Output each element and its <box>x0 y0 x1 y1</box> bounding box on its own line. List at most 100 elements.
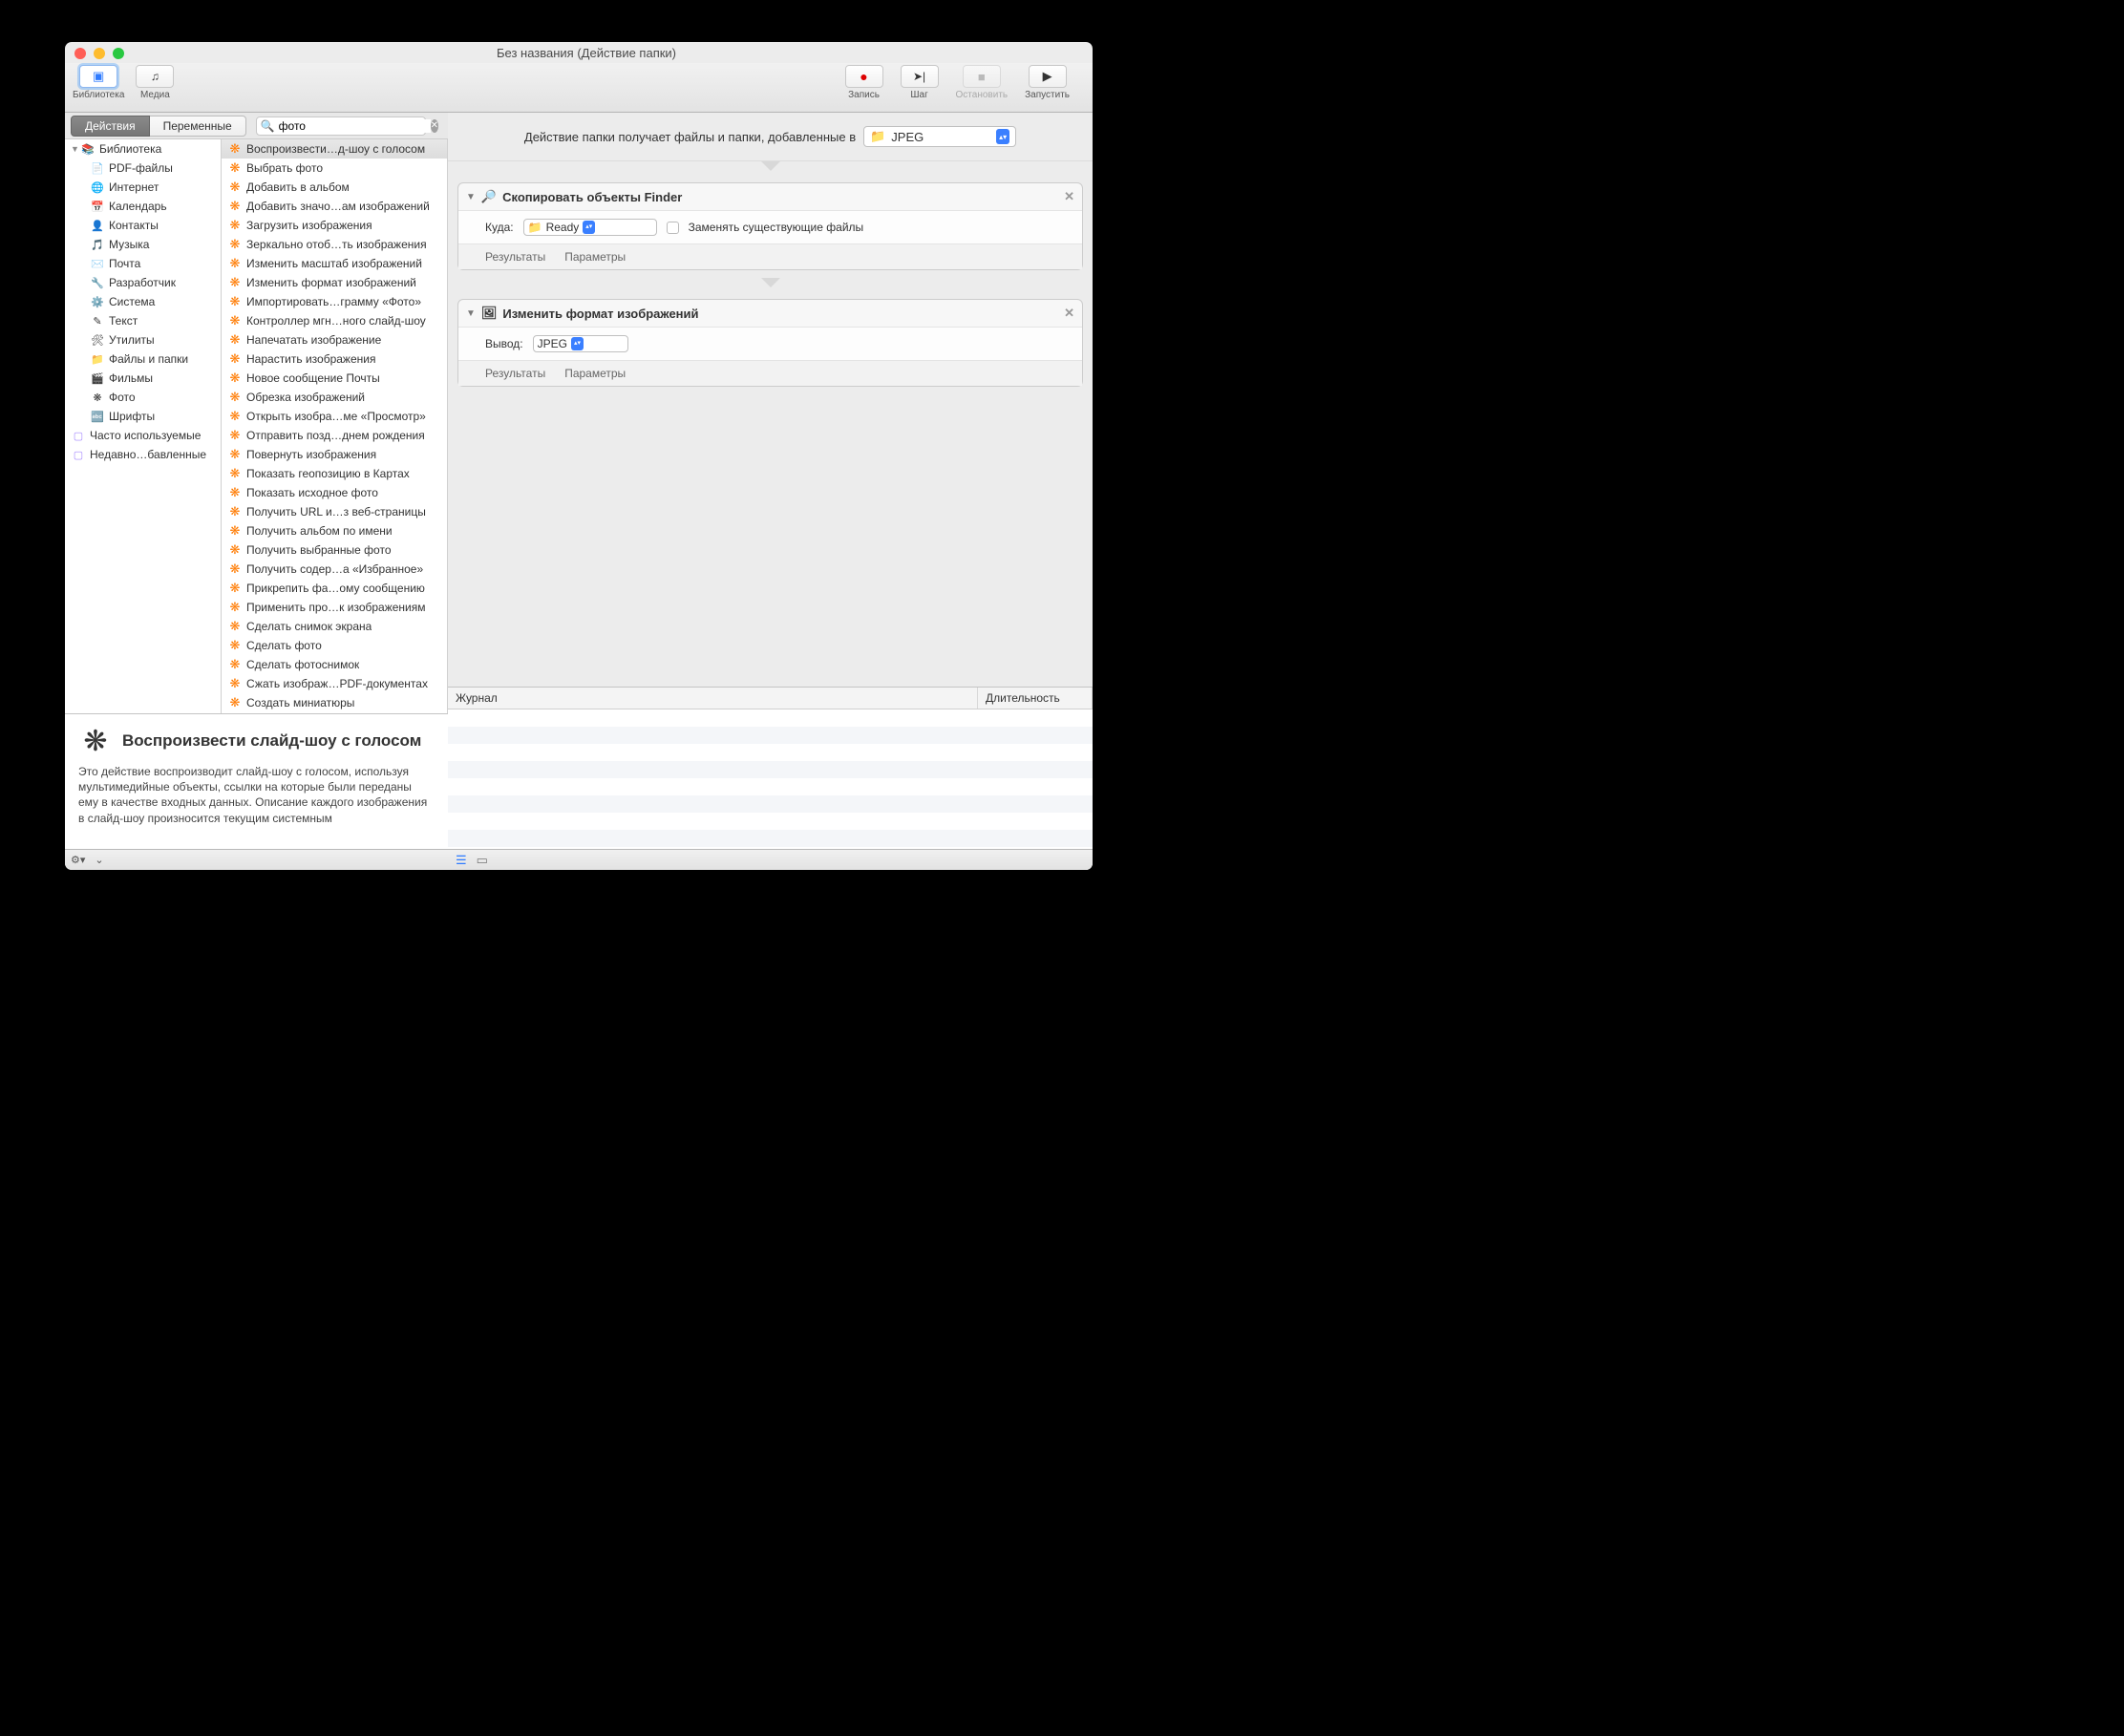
action-list-item[interactable]: Применить про…к изображениям <box>222 598 447 617</box>
action-list-item[interactable]: Контроллер мгн…ного слайд-шоу <box>222 311 447 330</box>
remove-action-button[interactable]: ✕ <box>1064 306 1074 321</box>
action-list-item[interactable]: Обрезка изображений <box>222 388 447 407</box>
action-list-item[interactable]: Получить выбранные фото <box>222 540 447 560</box>
workflow-area: Действие папки получает файлы и папки, д… <box>448 113 1093 870</box>
step-button[interactable]: ➤| <box>901 65 939 88</box>
action-list-item[interactable]: Получить содер…а «Избранное» <box>222 560 447 579</box>
library-button[interactable]: ▣ <box>79 65 117 88</box>
clear-search-button[interactable]: ✕ <box>431 119 438 133</box>
action-list-item[interactable]: Повернуть изображения <box>222 445 447 464</box>
action-list-item[interactable]: Получить URL и…з веб-страницы <box>222 502 447 521</box>
action-list-item[interactable]: Импортировать…грамму «Фото» <box>222 292 447 311</box>
sidebar-item[interactable]: ✎Текст <box>65 311 221 330</box>
params-button[interactable]: Параметры <box>564 250 626 264</box>
action-list-item[interactable]: Добавить в альбом <box>222 178 447 197</box>
action-icon <box>227 676 243 691</box>
action-icon <box>227 237 243 252</box>
action-icon <box>227 600 243 615</box>
action-icon <box>227 141 243 157</box>
action-list-item[interactable]: Показать геопозицию в Картах <box>222 464 447 483</box>
folder-icon: 📁 <box>528 221 542 234</box>
action-list-item[interactable]: Сделать снимок экрана <box>222 617 447 636</box>
sidebar-item[interactable]: 🌐Интернет <box>65 178 221 197</box>
media-button[interactable]: ♫ <box>136 65 174 88</box>
log-col-duration[interactable]: Длительность <box>978 688 1093 709</box>
tab-actions[interactable]: Действия <box>71 116 150 137</box>
disclosure-triangle-icon[interactable]: ▼ <box>466 308 476 319</box>
sidebar-item[interactable]: 🛠Утилиты <box>65 330 221 349</box>
action-copy-finder-items[interactable]: ▼ 🔎 Скопировать объекты Finder ✕ Куда: 📁… <box>457 182 1083 270</box>
sidebar-item[interactable]: 🎬Фильмы <box>65 369 221 388</box>
category-icon: 🔤 <box>90 409 105 424</box>
action-list-item[interactable]: Добавить значо…ам изображений <box>222 197 447 216</box>
action-list-item[interactable]: Показать исходное фото <box>222 483 447 502</box>
sidebar-item[interactable]: 📁Файлы и папки <box>65 349 221 369</box>
select-arrows-icon: ▴▾ <box>996 129 1009 144</box>
stop-button[interactable]: ■ <box>963 65 1001 88</box>
action-list-item[interactable]: Создать миниатюры <box>222 693 447 712</box>
action-list-item[interactable]: Сжать изображ…PDF-документах <box>222 674 447 693</box>
run-button[interactable]: ▶ <box>1029 65 1067 88</box>
toggle-description-button[interactable]: ⌄ <box>95 854 103 866</box>
media-icon: ♫ <box>151 70 159 83</box>
run-icon: ▶ <box>1043 69 1052 84</box>
action-icon <box>227 180 243 195</box>
action-list-item[interactable]: Зеркально отоб…ть изображения <box>222 235 447 254</box>
action-list-item[interactable]: Прикрепить фа…ому сообщению <box>222 579 447 598</box>
library-label: Библиотека <box>73 90 124 100</box>
record-button[interactable]: ● <box>845 65 883 88</box>
action-list-item[interactable]: Сделать фото <box>222 636 447 655</box>
action-list-item[interactable]: Изменить формат изображений <box>222 273 447 292</box>
step-icon: ➤| <box>913 70 925 83</box>
window-title: Без названия (Действие папки) <box>73 46 1093 60</box>
sidebar-library-root[interactable]: ▼ 📚 Библиотека <box>65 139 221 159</box>
sidebar-item[interactable]: ⚙️Система <box>65 292 221 311</box>
toolbar: ▣ Библиотека ♫ Медиа ● Запись ➤| Шаг ■ О… <box>65 63 1093 113</box>
sidebar-item[interactable]: 🔧Разработчик <box>65 273 221 292</box>
results-button[interactable]: Результаты <box>485 250 545 264</box>
sidebar-item[interactable]: ❋Фото <box>65 388 221 407</box>
action-list-item[interactable]: Сделать фотоснимок <box>222 655 447 674</box>
sidebar-item[interactable]: 🎵Музыка <box>65 235 221 254</box>
results-button[interactable]: Результаты <box>485 367 545 380</box>
action-list-item[interactable]: Воспроизвести…д-шоу с голосом <box>222 139 447 159</box>
replace-checkbox[interactable] <box>667 222 679 234</box>
sidebar-item[interactable]: 📄PDF-файлы <box>65 159 221 178</box>
action-list-item[interactable]: Новое сообщение Почты <box>222 369 447 388</box>
search-field[interactable]: 🔍 ✕ <box>256 116 426 136</box>
action-list-item[interactable]: Изменить масштаб изображений <box>222 254 447 273</box>
search-input[interactable] <box>275 119 431 133</box>
action-list-item[interactable]: Отправить позд…днем рождения <box>222 426 447 445</box>
action-list-item[interactable]: Открыть изобра…ме «Просмотр» <box>222 407 447 426</box>
sidebar-item[interactable]: ✉️Почта <box>65 254 221 273</box>
view-list-button[interactable]: ☰ <box>456 853 467 868</box>
action-list-item[interactable]: Нарастить изображения <box>222 349 447 369</box>
category-icon: 🛠 <box>90 332 105 348</box>
action-list-item[interactable]: Получить альбом по имени <box>222 521 447 540</box>
stop-label: Остановить <box>956 90 1009 100</box>
tab-variables[interactable]: Переменные <box>150 116 246 137</box>
sidebar-item[interactable]: 👤Контакты <box>65 216 221 235</box>
workflow-canvas[interactable]: ▼ 🔎 Скопировать объекты Finder ✕ Куда: 📁… <box>448 161 1093 687</box>
category-icon: ❋ <box>90 390 105 405</box>
action-icon <box>227 657 243 672</box>
sidebar-frequent[interactable]: ▢ Часто используемые <box>65 426 221 445</box>
disclosure-triangle-icon[interactable]: ▼ <box>71 144 80 154</box>
action-list-item[interactable]: Загрузить изображения <box>222 216 447 235</box>
view-flow-button[interactable]: ▭ <box>477 853 488 868</box>
destination-select[interactable]: 📁 Ready ▴▾ <box>523 219 657 236</box>
sidebar-item[interactable]: 🔤Шрифты <box>65 407 221 426</box>
sidebar-recent[interactable]: ▢ Недавно…бавленные <box>65 445 221 464</box>
folder-select[interactable]: 📁 JPEG ▴▾ <box>863 126 1016 147</box>
disclosure-triangle-icon[interactable]: ▼ <box>466 192 476 202</box>
log-col-journal[interactable]: Журнал <box>448 688 978 709</box>
remove-action-button[interactable]: ✕ <box>1064 189 1074 204</box>
action-change-image-format[interactable]: ▼ 🖼 Изменить формат изображений ✕ Вывод:… <box>457 299 1083 387</box>
format-select[interactable]: JPEG ▴▾ <box>533 335 628 352</box>
action-list-item[interactable]: Выбрать фото <box>222 159 447 178</box>
gear-menu-button[interactable]: ⚙︎▾ <box>71 854 85 866</box>
params-button[interactable]: Параметры <box>564 367 626 380</box>
sidebar-item[interactable]: 📅Календарь <box>65 197 221 216</box>
log-rows <box>448 709 1093 849</box>
action-list-item[interactable]: Напечатать изображение <box>222 330 447 349</box>
